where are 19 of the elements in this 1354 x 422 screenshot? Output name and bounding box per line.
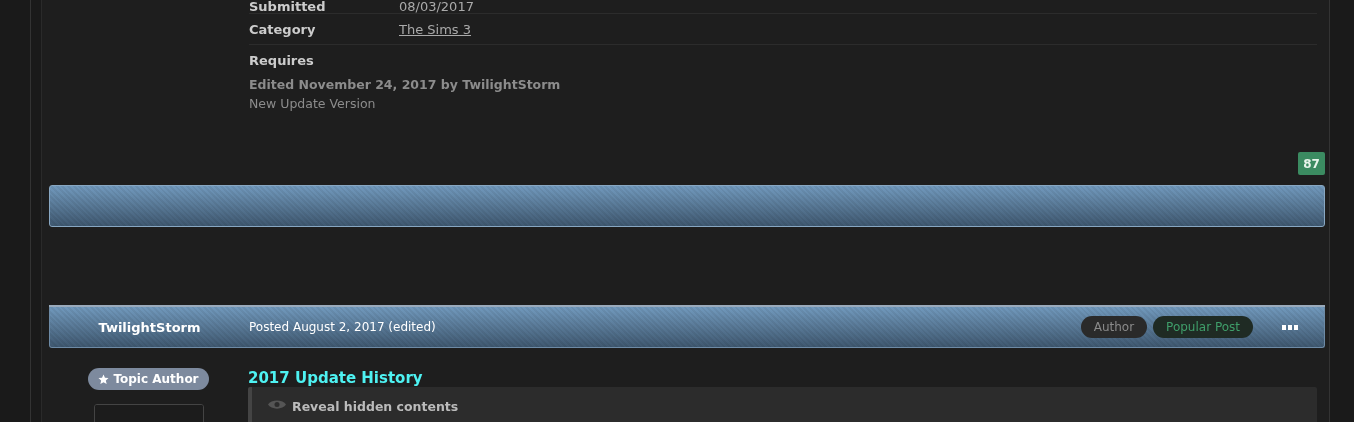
author-name[interactable]: TwilightStorm [50,319,249,335]
spoiler-label: Reveal hidden contents [292,399,459,414]
field-value: 08/03/2017 [399,0,474,13]
more-options-icon[interactable] [1282,324,1298,330]
field-label: Submitted [249,0,327,13]
topic-author-badge: Topic Author [88,368,209,390]
popular-badge: Popular Post [1153,316,1253,338]
spoiler-box[interactable]: Reveal hidden contents [248,387,1317,422]
edit-note: Edited November 24, 2017 by TwilightStorm [249,77,562,92]
edit-reason: New Update Version [249,96,377,111]
field-label: Category [249,21,317,37]
post-date: Posted August 2, 2017 (edited) [249,320,437,334]
eye-icon [268,399,286,410]
reputation-badge: 87 [1298,152,1325,175]
author-badge: Author [1080,316,1148,338]
field-label: Requires [249,52,315,68]
post-title: 2017 Update History [248,369,423,387]
star-icon [98,373,110,385]
category-link[interactable]: The Sims 3 [399,21,471,37]
